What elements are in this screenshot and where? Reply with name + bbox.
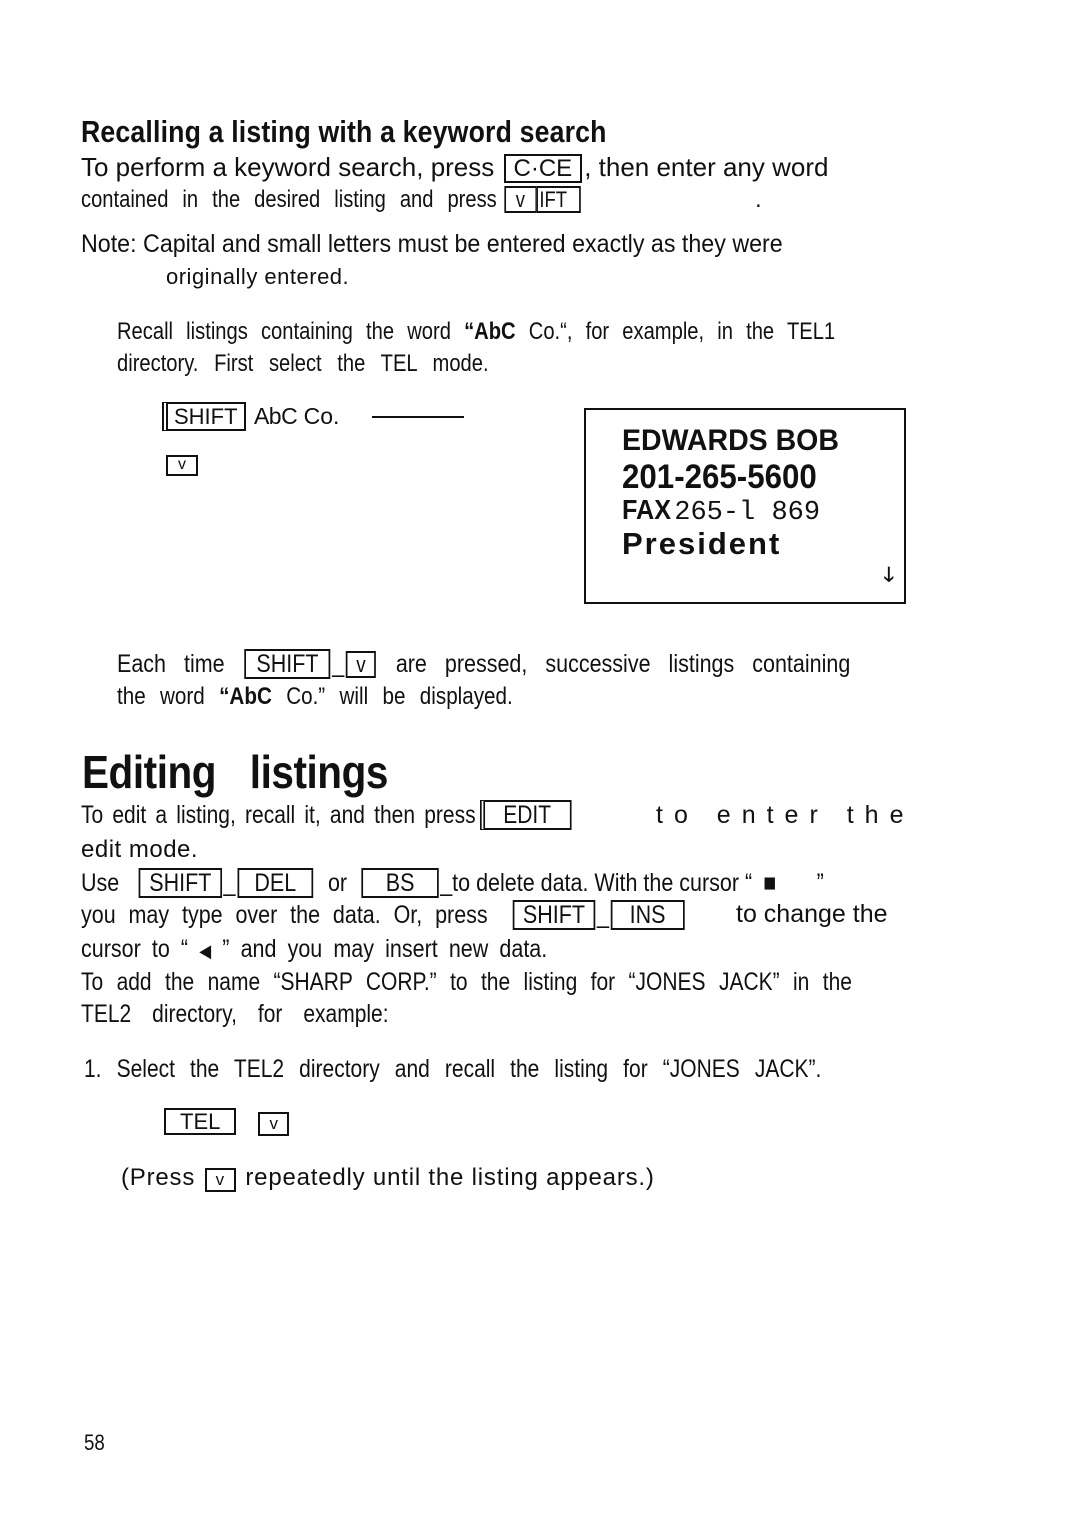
key-edit: EDIT xyxy=(483,800,572,831)
lcd-fax: FAX 265-l 869 xyxy=(622,494,820,528)
text: you may type over the data. Or, press xyxy=(81,901,488,929)
text: ” and you may insert new data. xyxy=(222,935,548,963)
text: To perform a keyword search, press xyxy=(81,152,495,182)
section-heading-editing: Editing listings xyxy=(82,745,430,799)
condensed-line: Use SHIFT _ DEL or BS _to delete data. With… xyxy=(81,868,824,899)
typed-co: Co. xyxy=(303,403,340,429)
condensed-line: Recall listings containing the word “AbC… xyxy=(117,318,835,346)
edit-p5-line1: To add the name “SHARP CORP.” to the lis… xyxy=(81,968,999,997)
example-word: “AbC xyxy=(219,683,272,710)
condensed-line: To edit a listing, recall it, and then p… xyxy=(81,800,573,831)
text: the word xyxy=(117,683,205,710)
text: 58 xyxy=(84,1430,105,1455)
step-1: 1. Select the TEL2 directory and recall … xyxy=(84,1055,962,1084)
key-shift: SHIFT xyxy=(138,868,222,899)
text: Each time xyxy=(117,650,225,678)
text: To edit a listing, recall it, and then p… xyxy=(81,801,476,829)
text: Co.“, for example, in the TEL1 xyxy=(528,318,836,345)
edit-p1-line2: edit mode. xyxy=(81,836,199,863)
each-time-line1: Each time SHIFT _ v are pressed, successiv… xyxy=(117,649,970,680)
step-keys-line2: v xyxy=(164,453,200,476)
page-number: 58 xyxy=(84,1430,108,1456)
text: repeatedly until the listing appears.) xyxy=(245,1164,655,1191)
edit-p1-line1: To edit a listing, recall it, and then p… xyxy=(81,800,667,831)
key-tel: TEL xyxy=(164,1108,237,1136)
step1-keys: TEL v xyxy=(162,1108,291,1136)
fax-number: 265-l 869 xyxy=(674,498,821,528)
text: or xyxy=(327,869,348,897)
text: to delete data. With the cursor “ xyxy=(452,869,753,897)
cursor-block-icon: ■ xyxy=(763,869,777,897)
edit-p5-line2: TEL2 directory, for example: xyxy=(81,1000,447,1029)
edit-p3: you may type over the data. Or, press SH… xyxy=(81,900,785,931)
key-ins: INS xyxy=(610,900,685,931)
lcd-name: EDWARDS BOB xyxy=(622,424,850,458)
condensed-line: contained in the desired listing and pre… xyxy=(81,186,582,214)
lcd-display: EDWARDS BOB 201-265-5600 FAX 265-l 869 P… xyxy=(584,408,906,604)
cursor-insert-icon: ◀ xyxy=(199,941,212,961)
key-shift: SHIFT xyxy=(166,402,246,432)
section-heading-keyword-search: Recalling a listing with a keyword searc… xyxy=(81,114,692,150)
heading-text: Recalling a listing with a keyword searc… xyxy=(81,114,607,149)
fax-label: FAX xyxy=(622,494,672,525)
key-shift-partial: IFT xyxy=(535,186,581,214)
step-keys-line1: SHIFT AbC Co. xyxy=(164,402,464,432)
text: Note: Capital and small letters must be … xyxy=(81,230,783,258)
down-arrow-icon: 🡓 xyxy=(883,564,894,586)
text: 1. Select the TEL2 directory and recall … xyxy=(84,1055,822,1083)
edit-p1-tail: to enter the xyxy=(656,801,915,829)
each-time-line2: the word “AbC Co.” will be displayed. xyxy=(117,683,577,711)
key-down: v xyxy=(258,1112,289,1136)
condensed-line: the word “AbC Co.” will be displayed. xyxy=(117,683,513,711)
note-line2: originally entered. xyxy=(166,264,350,289)
text: ” xyxy=(816,869,824,897)
text: cursor to “ xyxy=(81,935,189,963)
key-down: v xyxy=(345,651,377,679)
typed-abc: AbC xyxy=(253,403,298,429)
keyword-paragraph-line1: To perform a keyword search, press C·CE,… xyxy=(81,152,829,184)
period: . xyxy=(755,186,762,213)
text: , then enter any word xyxy=(584,152,829,182)
lcd-title: President xyxy=(622,526,782,561)
lcd-phone: 201-265-5600 xyxy=(622,458,834,497)
text: TEL2 directory, for example: xyxy=(81,1000,389,1028)
text: contained in the desired listing and pre… xyxy=(81,186,497,213)
key-down: v xyxy=(166,455,198,476)
text: (Press xyxy=(121,1164,196,1191)
key-cce: C·CE xyxy=(503,154,583,184)
note-line1: Note: Capital and small letters must be … xyxy=(81,230,836,259)
keyword-paragraph-line2: contained in the desired listing and pre… xyxy=(81,186,678,214)
edit-p3-tail: to change the xyxy=(736,900,888,928)
text: 201-265-5600 xyxy=(622,458,817,496)
text: EDWARDS BOB xyxy=(622,424,839,457)
text: Use xyxy=(81,869,120,897)
edit-p4: cursor to “ ◀ ” and you may insert new d… xyxy=(81,935,623,964)
key-del: DEL xyxy=(237,868,314,899)
key-shift: SHIFT xyxy=(512,900,596,931)
key-shift: SHIFT xyxy=(244,649,331,680)
text: To add the name “SHARP CORP.” to the lis… xyxy=(81,968,852,996)
text: are pressed, successive listings contain… xyxy=(395,650,851,678)
key-bs: BS xyxy=(361,868,439,899)
edit-p2: Use SHIFT _ DEL or BS _to delete data. With… xyxy=(81,868,945,899)
condensed-line: cursor to “ ◀ ” and you may insert new d… xyxy=(81,935,547,964)
heading-text: Editing listings xyxy=(82,746,388,798)
condensed-line: you may type over the data. Or, press SH… xyxy=(81,900,686,931)
input-cursor-line xyxy=(371,416,464,418)
text: directory. First select the TEL mode. xyxy=(117,350,489,377)
key-down: v xyxy=(504,186,537,214)
text: Co.” will be displayed. xyxy=(286,683,513,710)
text: Recall listings containing the word xyxy=(117,318,451,345)
key-down: v xyxy=(204,1168,236,1192)
condensed-line: Each time SHIFT _ v are pressed, successiv… xyxy=(117,649,851,680)
press-repeatedly: (Press v repeatedly until the listing ap… xyxy=(121,1164,655,1192)
example-line1: Recall listings containing the word “AbC… xyxy=(117,318,972,346)
example-word: “AbC xyxy=(464,318,516,345)
example-line2: directory. First select the TEL mode. xyxy=(117,350,559,378)
